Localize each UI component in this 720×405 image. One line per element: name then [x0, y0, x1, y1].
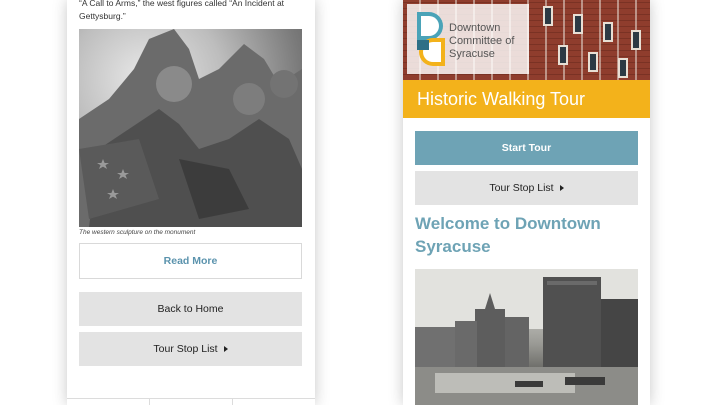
start-tour-button[interactable]: Start Tour	[415, 131, 638, 165]
intro-text: “A Call to Arms,” the west figures calle…	[79, 0, 285, 21]
tour-stop-list-button[interactable]: Tour Stop List	[415, 171, 638, 205]
logo-line-3: Syracuse	[449, 48, 495, 60]
window-graphic	[603, 22, 613, 42]
historic-city-photo	[415, 269, 638, 405]
tour-stop-list-button[interactable]: Tour Stop List	[79, 332, 302, 366]
logo-line-1: Downtown	[449, 22, 501, 34]
bottom-tab-bar	[67, 398, 315, 405]
back-to-home-button[interactable]: Back to Home	[79, 292, 302, 326]
sculpture-image	[79, 29, 302, 227]
window-graphic	[573, 14, 583, 34]
logo-line-2: Committee of	[449, 35, 515, 47]
window-graphic	[618, 58, 628, 78]
window-graphic	[631, 30, 641, 50]
tour-stop-list-label: Tour Stop List	[153, 343, 218, 355]
start-tour-label: Start Tour	[501, 142, 552, 154]
logo-panel[interactable]: Downtown Committee of Syracuse	[407, 4, 529, 74]
back-to-home-label: Back to Home	[157, 303, 224, 315]
tab-1[interactable]	[67, 399, 150, 405]
tab-2[interactable]	[150, 399, 233, 405]
app-showcase: “A Call to Arms,” the west figures calle…	[0, 0, 720, 405]
left-phone-screen: “A Call to Arms,” the west figures calle…	[67, 0, 315, 405]
dcs-logo-mark	[417, 12, 445, 66]
banner-title: Historic Walking Tour	[403, 80, 650, 118]
caret-right-icon	[223, 346, 228, 352]
window-graphic	[543, 6, 553, 26]
tour-stop-list-label: Tour Stop List	[489, 182, 554, 194]
window-graphic	[558, 45, 568, 65]
image-caption: The western sculpture on the monument	[79, 229, 196, 236]
tab-3[interactable]	[233, 399, 315, 405]
welcome-heading: Welcome to Downtown Syracuse	[415, 214, 601, 256]
right-phone-screen: Downtown Committee of Syracuse Historic …	[403, 0, 650, 405]
window-graphic	[588, 52, 598, 72]
read-more-button[interactable]: Read More	[79, 243, 302, 279]
logo-text: Downtown Committee of Syracuse	[449, 22, 514, 61]
hero-image: Downtown Committee of Syracuse	[403, 0, 650, 80]
caret-right-icon	[559, 185, 564, 191]
read-more-label: Read More	[163, 255, 218, 267]
